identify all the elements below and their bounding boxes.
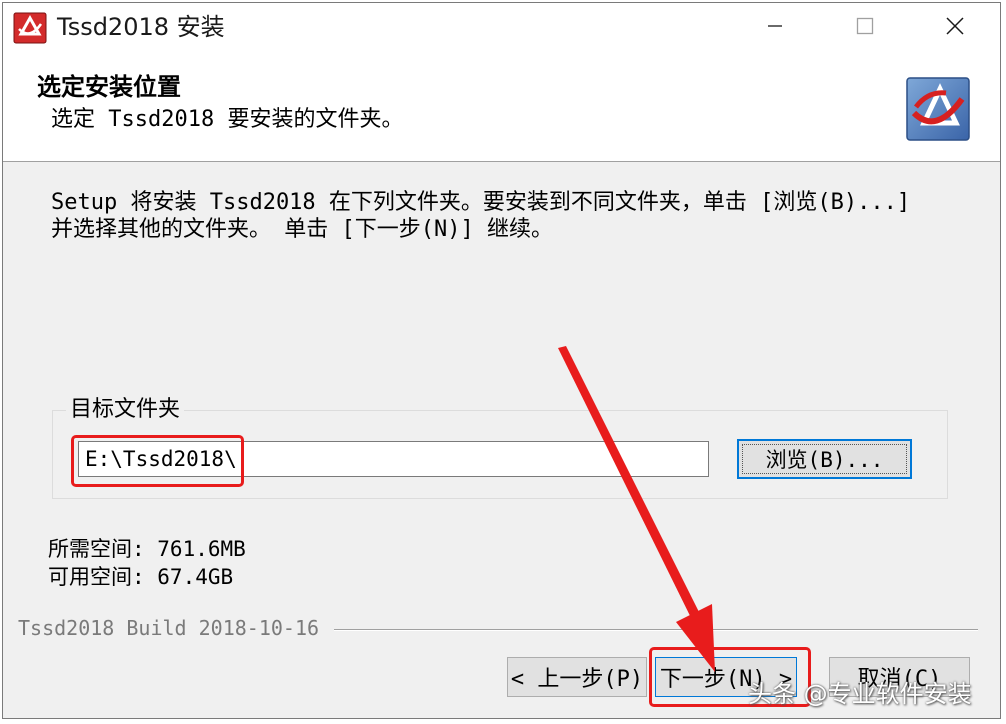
minimize-icon <box>765 16 785 40</box>
app-logo-icon <box>13 12 47 44</box>
intro-line-1: Setup 将安装 Tssd2018 在下列文件夹。要安装到不同文件夹，单击 [… <box>51 190 911 215</box>
watermark-text: 头条 @专业软件安装 <box>748 680 972 708</box>
space-required: 所需空间: 761.6MB <box>48 537 246 561</box>
build-label: Tssd2018 Build 2018-10-16 <box>18 616 320 640</box>
footer-separator <box>334 629 978 631</box>
browse-button[interactable]: 浏览(B)... <box>737 439 912 479</box>
close-icon <box>944 15 966 41</box>
installer-window: Tssd2018 安装 选定安装位置 选定 Tssd2018 要安装的文件夹。 <box>2 2 1001 719</box>
back-button[interactable]: < 上一步(P) <box>507 657 647 697</box>
minimize-button[interactable] <box>730 3 820 53</box>
close-button[interactable] <box>910 3 1000 53</box>
intro-line-2: 并选择其他的文件夹。 单击 [下一步(N)] 继续。 <box>51 217 553 242</box>
maximize-button[interactable] <box>820 3 910 53</box>
maximize-icon <box>855 16 875 40</box>
space-available: 可用空间: 67.4GB <box>48 565 234 589</box>
destination-path-input[interactable] <box>78 441 709 477</box>
intro-text: Setup 将安装 Tssd2018 在下列文件夹。要安装到不同文件夹，单击 [… <box>51 189 951 243</box>
page-title: 选定安装位置 <box>37 73 181 101</box>
page-header: 选定安装位置 选定 Tssd2018 要安装的文件夹。 <box>3 53 1000 162</box>
page-subtitle: 选定 Tssd2018 要安装的文件夹。 <box>51 107 404 132</box>
header-logo-icon <box>906 77 970 141</box>
window-title: Tssd2018 安装 <box>57 13 225 41</box>
title-bar: Tssd2018 安装 <box>3 3 1000 53</box>
destination-group-label: 目标文件夹 <box>66 396 185 424</box>
